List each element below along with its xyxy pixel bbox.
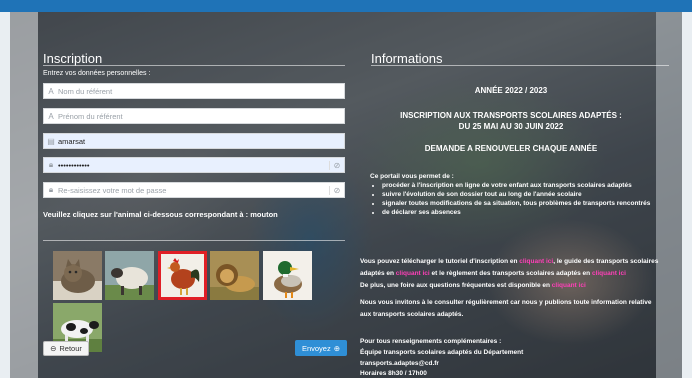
- lock-icon: 🔒︎: [48, 160, 54, 169]
- animal-sheep[interactable]: [105, 251, 154, 300]
- nom-referent-input[interactable]: A Nom du référent: [43, 83, 345, 99]
- top-bar: [0, 0, 692, 12]
- prenom-referent-placeholder: Prénom du référent: [58, 111, 123, 121]
- left-divider: [43, 65, 345, 66]
- retour-label: Retour: [59, 344, 82, 353]
- password-value: ••••••••••••: [58, 160, 90, 170]
- username-value: amarsat: [58, 136, 86, 146]
- feature-item: procéder à l'inscription en ligne de vot…: [382, 181, 650, 190]
- person-icon: A: [48, 86, 54, 96]
- eye-slash-icon[interactable]: ⊘: [329, 160, 344, 170]
- tutoriel-link[interactable]: cliquant ici: [519, 258, 553, 265]
- informations-title: Informations: [371, 51, 443, 66]
- lion-image: [210, 251, 259, 300]
- personal-data-label: Entrez vos données personnelles :: [43, 70, 151, 77]
- renew-notice: DEMANDE A RENOUVELER CHAQUE ANNÉE: [424, 144, 598, 153]
- prenom-referent-input[interactable]: A Prénom du référent: [43, 108, 345, 124]
- contact-email-link[interactable]: transports.adaptes@cd.fr: [360, 360, 439, 367]
- cat-image: [53, 251, 102, 300]
- id-card-icon: ▤: [47, 136, 55, 146]
- lock-icon: 🔒︎: [48, 185, 54, 194]
- tutoriel-paragraph: Vous pouvez télécharger le tutoriel d'in…: [360, 258, 658, 265]
- window-left: [10, 12, 38, 378]
- envoyez-button[interactable]: Envoyez ⊕: [295, 340, 347, 356]
- password-input[interactable]: 🔒︎ •••••••••••• ⊘: [43, 157, 345, 173]
- annee-text: ANNÉE 2022 / 2023: [474, 86, 548, 95]
- contact-team: Équipe transports scolaires adaptés du D…: [360, 349, 524, 356]
- confirm-password-placeholder: Re-saisissez votre mot de passe: [58, 185, 167, 195]
- animal-lion[interactable]: [210, 251, 259, 300]
- inscription-dates-line2: DU 25 MAI AU 30 JUIN 2022: [458, 122, 564, 131]
- tutoriel-text: Vous pouvez télécharger le tutoriel d'in…: [360, 258, 518, 265]
- consult-line2: aux transports scolaires adaptés.: [360, 311, 464, 318]
- confirm-password-input[interactable]: 🔒︎ Re-saisissez votre mot de passe ⊘: [43, 182, 345, 198]
- captcha-instruction: Veuillez cliquez sur l'animal ci-dessous…: [43, 210, 278, 219]
- animal-cat[interactable]: [53, 251, 102, 300]
- eye-slash-icon[interactable]: ⊘: [329, 185, 344, 195]
- nom-referent-placeholder: Nom du référent: [58, 86, 113, 96]
- guide-text: , le guide des transports scolaires: [553, 258, 659, 265]
- arrow-right-circle-icon: ⊕: [333, 343, 341, 353]
- faq-link[interactable]: cliquant ici: [552, 282, 586, 289]
- window-right: [656, 12, 682, 378]
- feature-item: de déclarer ses absences: [382, 208, 650, 217]
- faq-text: De plus, une foire aux questions fréquen…: [360, 282, 550, 289]
- adaptes-text: adaptés en: [360, 270, 394, 277]
- envoyez-label: Envoyez: [301, 343, 331, 353]
- sheep-image: [105, 251, 154, 300]
- captcha-divider: [43, 240, 345, 241]
- horaires-text: Horaires 8h30 / 17h00: [360, 370, 427, 377]
- animal-rooster[interactable]: [158, 251, 207, 300]
- back-circle-icon: ⊖: [50, 344, 57, 353]
- portail-intro: Ce portail vous permet de :: [370, 173, 454, 180]
- contact-intro: Pour tous renseignements complémentaires…: [360, 338, 502, 345]
- username-input[interactable]: ▤ amarsat: [43, 133, 345, 149]
- retour-button[interactable]: ⊖ Retour: [43, 341, 89, 356]
- duck-image: [263, 251, 312, 300]
- inscription-title: Inscription: [43, 51, 103, 66]
- animal-duck[interactable]: [263, 251, 312, 300]
- feature-item: suivre l'évolution de son dossier tout a…: [382, 190, 650, 199]
- inscription-dates-line1: INSCRIPTION AUX TRANSPORTS SCOLAIRES ADA…: [400, 111, 622, 120]
- portail-features-list: procéder à l'inscription en ligne de vot…: [372, 181, 650, 217]
- faq-paragraph: De plus, une foire aux questions fréquen…: [360, 282, 586, 289]
- guide-paragraph: adaptés en cliquant ici et le règlement …: [360, 270, 626, 277]
- person-icon: A: [48, 111, 54, 121]
- reglement-text: et le règlement des transports scolaires…: [431, 270, 591, 277]
- feature-item: signaler toutes modifications de sa situ…: [382, 199, 650, 208]
- consult-line1: Nous vous invitons à le consulter réguli…: [360, 299, 652, 306]
- reglement-link[interactable]: cliquant ici: [592, 270, 626, 277]
- right-divider: [371, 65, 669, 66]
- guide-link[interactable]: cliquant ici: [396, 270, 430, 277]
- rooster-image: [161, 254, 204, 297]
